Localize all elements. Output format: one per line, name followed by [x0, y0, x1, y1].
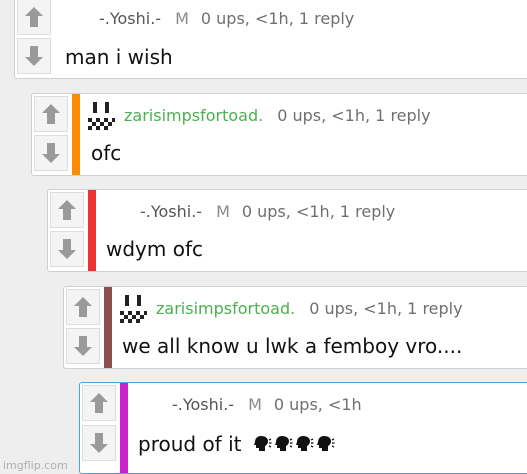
- comment-meta: 0 ups, <1h, 1 reply: [241, 201, 396, 221]
- author-link[interactable]: -.Yoshi.-: [99, 9, 161, 28]
- comment-text: ofc: [91, 141, 122, 165]
- comment-text: we all know u lwk a femboy vro....: [122, 334, 463, 358]
- avatar[interactable]: [118, 293, 148, 325]
- upvote-button[interactable]: [66, 289, 100, 325]
- comment-meta: 0 ups, <1h, 1 reply: [277, 105, 431, 125]
- emoji-group: [252, 434, 336, 459]
- author-link[interactable]: zarisimpsfortoad.: [156, 299, 295, 318]
- arrow-down-icon: [74, 336, 92, 356]
- downvote-button[interactable]: [66, 328, 100, 364]
- vote-controls: [66, 289, 100, 366]
- comment-header: -.Yoshi.- M 0 ups, <1h: [172, 391, 527, 417]
- speaking-head-icon: [295, 436, 314, 451]
- comment-meta: 0 ups, <1h: [273, 394, 362, 414]
- arrow-up-icon: [74, 297, 92, 317]
- comment-text: man i wish: [65, 45, 173, 69]
- vote-controls: [34, 96, 68, 173]
- author-link[interactable]: -.Yoshi.-: [140, 202, 202, 221]
- arrow-down-icon: [25, 46, 43, 66]
- watermark: imgflip.com: [3, 459, 68, 472]
- downvote-button[interactable]: [17, 38, 51, 74]
- upvote-button[interactable]: [34, 96, 68, 132]
- pixel-face-avatar-icon: [118, 293, 148, 325]
- downvote-button[interactable]: [82, 425, 116, 461]
- comment-card: -.Yoshi.- M 0 ups, <1h, 1 reply man i wi…: [14, 0, 527, 79]
- thread-depth-stripe: [104, 287, 112, 368]
- vote-controls: [82, 385, 116, 471]
- thread-depth-stripe: [72, 94, 80, 175]
- arrow-up-icon: [42, 104, 60, 124]
- comment-meta: 0 ups, <1h, 1 reply: [200, 8, 355, 28]
- arrow-down-icon: [42, 143, 60, 163]
- thread-depth-stripe: [120, 383, 128, 473]
- comment-header: zarisimpsfortoad. 0 ups, <1h, 1 reply: [156, 295, 527, 321]
- author-link[interactable]: -.Yoshi.-: [172, 395, 234, 414]
- comment-card: zarisimpsfortoad. 0 ups, <1h, 1 reply of…: [31, 93, 527, 176]
- comment-text: proud of it: [138, 432, 527, 459]
- arrow-down-icon: [90, 433, 108, 453]
- thread-depth-stripe: [88, 190, 96, 271]
- mod-badge: M: [248, 394, 262, 414]
- author-link[interactable]: zarisimpsfortoad.: [124, 106, 263, 125]
- downvote-button[interactable]: [34, 135, 68, 171]
- speaking-head-icon: [274, 436, 293, 451]
- comment-header: -.Yoshi.- M 0 ups, <1h, 1 reply: [140, 198, 527, 224]
- comment-header: -.Yoshi.- M 0 ups, <1h, 1 reply: [99, 5, 527, 31]
- speaking-head-icon: [316, 436, 335, 451]
- upvote-button[interactable]: [17, 0, 51, 35]
- comment-text-content: proud of it: [138, 432, 242, 456]
- arrow-up-icon: [90, 393, 108, 413]
- comment-card: -.Yoshi.- M 0 ups, <1h proud of it: [79, 382, 527, 474]
- comment-text: wdym ofc: [106, 237, 204, 261]
- vote-controls: [17, 0, 51, 76]
- arrow-up-icon: [25, 7, 43, 27]
- comment-header: zarisimpsfortoad. 0 ups, <1h, 1 reply: [124, 102, 527, 128]
- upvote-button[interactable]: [50, 192, 84, 228]
- comment-card: -.Yoshi.- M 0 ups, <1h, 1 reply wdym ofc: [47, 189, 527, 272]
- pixel-face-avatar-icon: [86, 100, 116, 132]
- mod-badge: M: [175, 8, 189, 28]
- comment-meta: 0 ups, <1h, 1 reply: [309, 298, 463, 318]
- vote-controls: [50, 192, 84, 269]
- comment-card: zarisimpsfortoad. 0 ups, <1h, 1 reply we…: [63, 286, 527, 369]
- arrow-down-icon: [58, 239, 76, 259]
- comment-thread: -.Yoshi.- M 0 ups, <1h, 1 reply man i wi…: [0, 0, 527, 474]
- downvote-button[interactable]: [50, 231, 84, 267]
- avatar[interactable]: [86, 100, 116, 132]
- upvote-button[interactable]: [82, 385, 116, 421]
- speaking-head-icon: [253, 436, 272, 451]
- arrow-up-icon: [58, 200, 76, 220]
- mod-badge: M: [216, 201, 230, 221]
